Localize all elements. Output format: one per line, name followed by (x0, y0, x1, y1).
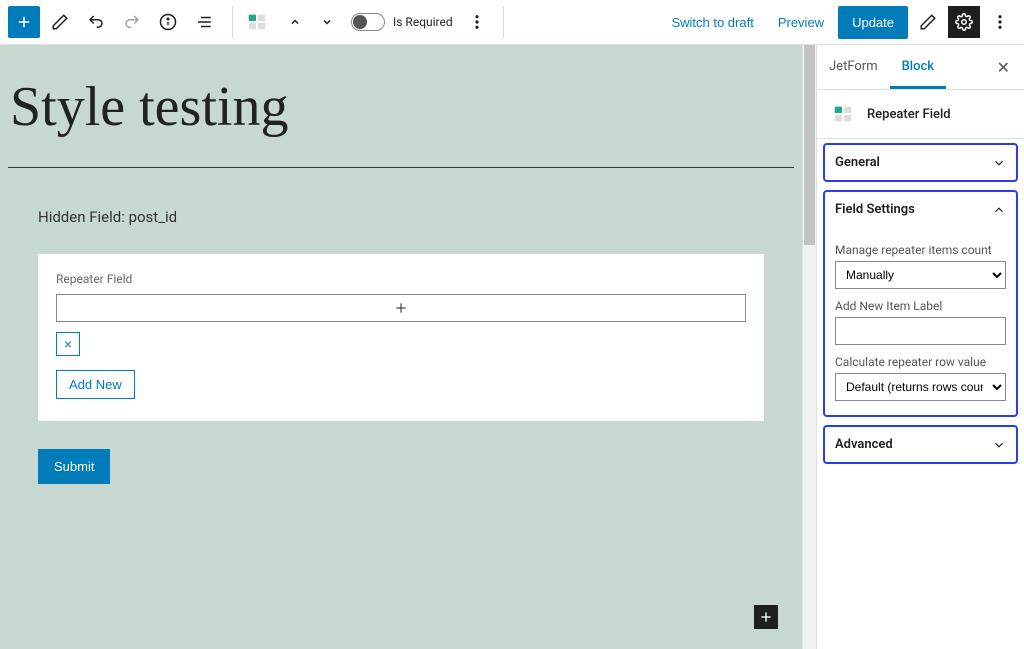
calc-row-select[interactable]: Default (returns rows count) (835, 373, 1006, 401)
chevron-down-icon (992, 156, 1006, 170)
editor-scrollbar[interactable] (802, 45, 816, 649)
tab-jetform[interactable]: JetForm (817, 45, 890, 89)
outline-button[interactable] (188, 6, 220, 38)
add-item-label: Add New Item Label (835, 299, 1006, 313)
style-button[interactable] (912, 6, 944, 38)
panel-general: General (823, 143, 1018, 182)
settings-sidebar: JetForm Block ✕ Repeater Field General F… (816, 45, 1024, 649)
switch-to-draft-button[interactable]: Switch to draft (661, 7, 763, 38)
repeater-block-icon (829, 100, 857, 128)
workspace: Style testing Hidden Field: post_id Repe… (0, 45, 1024, 649)
panel-advanced-title: Advanced (835, 437, 893, 452)
chevron-up-icon (992, 203, 1006, 217)
panel-advanced-toggle[interactable]: Advanced (825, 427, 1016, 462)
panel-general-title: General (835, 155, 880, 170)
info-button[interactable] (152, 6, 184, 38)
panel-general-toggle[interactable]: General (825, 145, 1016, 180)
separator (8, 167, 794, 168)
panel-field-settings-toggle[interactable]: Field Settings (825, 192, 1016, 227)
edit-button[interactable] (44, 6, 76, 38)
scrollbar-thumb[interactable] (804, 45, 815, 245)
redo-button[interactable] (116, 6, 148, 38)
panel-advanced: Advanced (823, 425, 1018, 464)
manage-count-label: Manage repeater items count (835, 243, 1006, 257)
repeater-block[interactable]: Repeater Field × Add New (38, 254, 764, 421)
panel-field-settings-title: Field Settings (835, 202, 915, 217)
preview-button[interactable]: Preview (768, 7, 834, 38)
append-block-button[interactable] (754, 605, 778, 629)
repeater-block-icon (243, 8, 271, 36)
repeater-remove-button[interactable]: × (56, 332, 80, 356)
move-up-button[interactable] (279, 14, 311, 30)
top-toolbar: Is Required Switch to draft Preview Upda… (0, 0, 1024, 45)
calc-row-label: Calculate repeater row value (835, 355, 1006, 369)
close-sidebar-button[interactable]: ✕ (983, 58, 1024, 77)
editor-canvas[interactable]: Style testing Hidden Field: post_id Repe… (0, 45, 802, 649)
submit-button[interactable]: Submit (38, 449, 110, 484)
panel-field-settings: Field Settings Manage repeater items cou… (823, 190, 1018, 417)
add-block-button[interactable] (8, 6, 40, 38)
manage-count-select[interactable]: Manually (835, 261, 1006, 289)
block-toolbar: Is Required (232, 6, 504, 38)
required-toggle-label: Is Required (393, 15, 453, 29)
tab-block[interactable]: Block (890, 45, 946, 89)
repeater-label: Repeater Field (56, 272, 746, 286)
move-down-button[interactable] (311, 14, 343, 30)
repeater-add-new-button[interactable]: Add New (56, 370, 135, 399)
plus-icon (393, 300, 409, 316)
required-toggle[interactable] (351, 13, 385, 31)
settings-button[interactable] (948, 6, 980, 38)
undo-button[interactable] (80, 6, 112, 38)
update-button[interactable]: Update (838, 6, 908, 39)
block-type-header: Repeater Field (817, 90, 1024, 139)
block-more-button[interactable] (461, 6, 493, 38)
page-title[interactable]: Style testing (8, 75, 794, 139)
repeater-empty-slot[interactable] (56, 294, 746, 322)
block-type-name: Repeater Field (867, 107, 951, 122)
add-item-input[interactable] (835, 317, 1006, 345)
chevron-down-icon (992, 438, 1006, 452)
hidden-field-label[interactable]: Hidden Field: post_id (38, 208, 764, 226)
more-menu-button[interactable] (984, 6, 1016, 38)
